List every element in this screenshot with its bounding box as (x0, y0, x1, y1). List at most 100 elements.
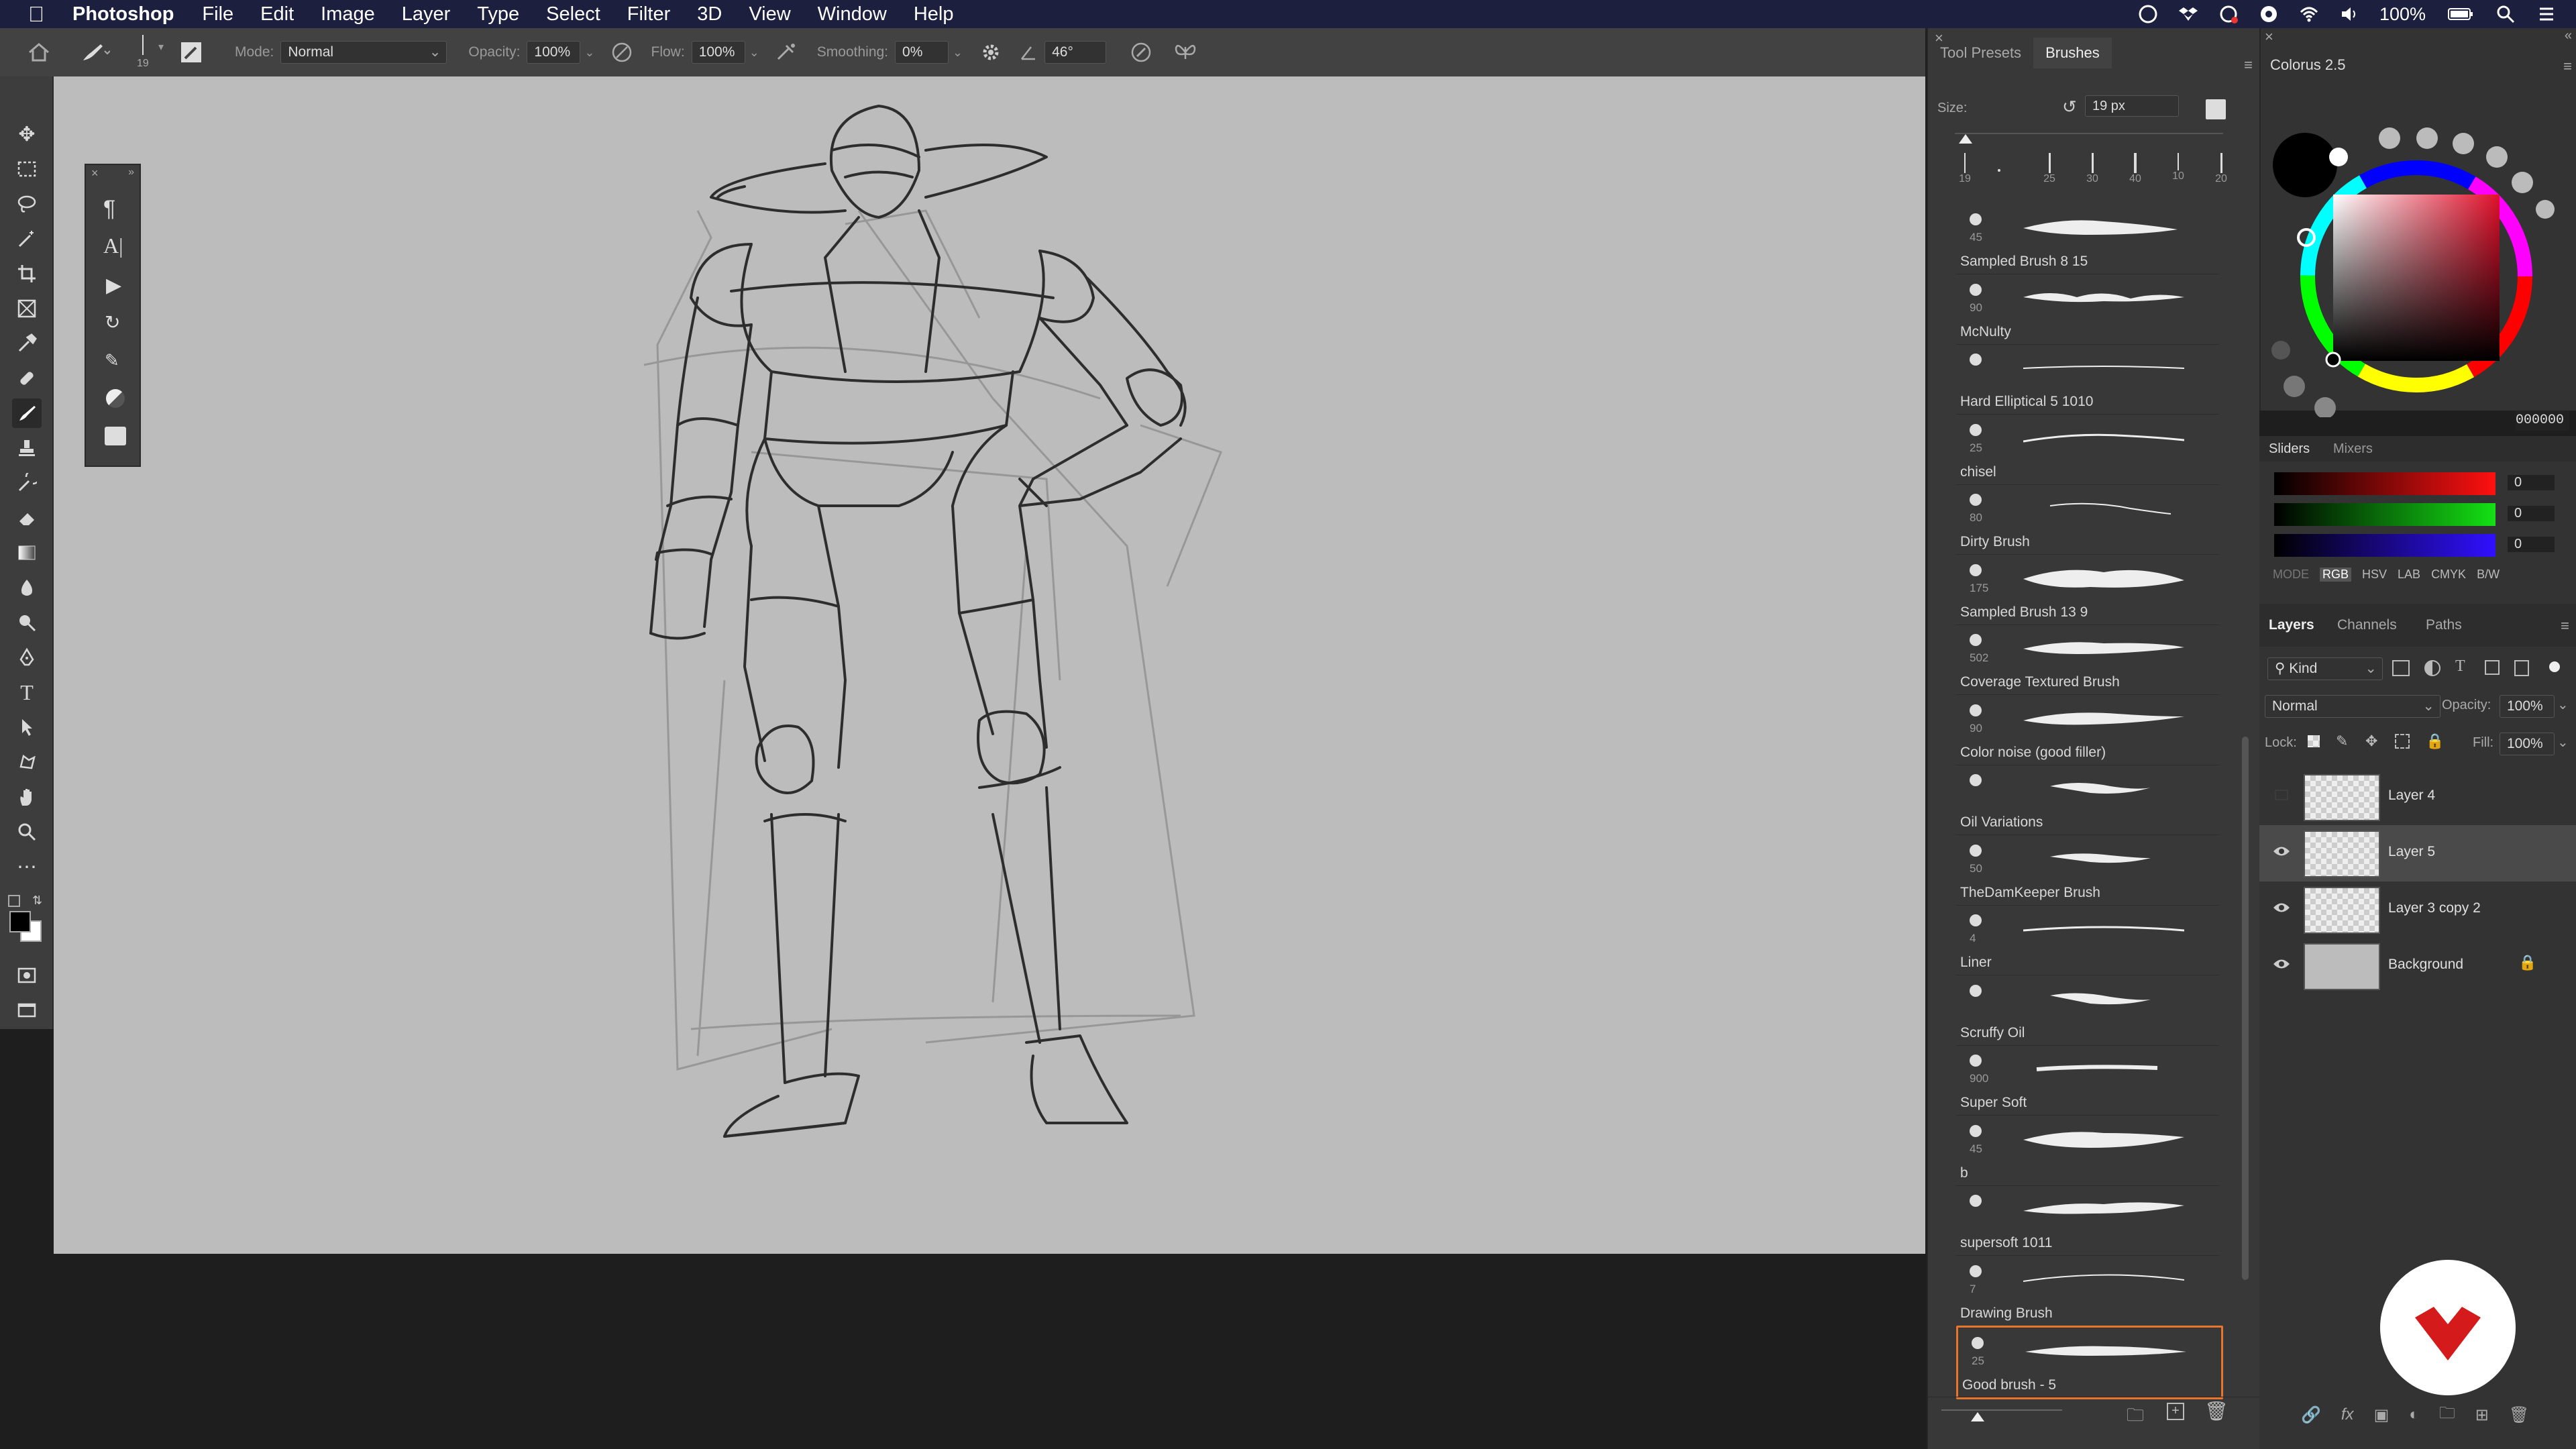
filter-shape-icon[interactable] (2485, 660, 2500, 675)
eye-icon[interactable] (2273, 845, 2290, 857)
history-brush-tool-icon[interactable] (12, 468, 42, 498)
brush-settings-toggle-icon[interactable] (180, 41, 203, 64)
tab-layers[interactable]: Layers (2269, 617, 2314, 633)
move-tool-icon[interactable]: ✥ (12, 119, 42, 149)
menu-view[interactable]: View (749, 3, 790, 25)
kind-filter-select[interactable]: ⚲ Kind ⌄ (2267, 657, 2383, 680)
frame-tool-icon[interactable] (12, 294, 42, 323)
panel-close-icon[interactable]: × (1935, 30, 1943, 47)
wifi-icon[interactable] (2299, 4, 2319, 24)
smoothing-options-gear-icon[interactable] (980, 42, 1002, 63)
menu-help[interactable]: Help (914, 3, 954, 25)
brush-list-item[interactable]: 80 Dirty Brush (1956, 484, 2219, 555)
tab-tool-presets[interactable]: Tool Presets (1928, 38, 2033, 68)
filter-toggle-icon[interactable] (2549, 661, 2560, 672)
brush-list-item[interactable]: 4 Liner (1956, 905, 2219, 975)
panel-close-icon[interactable]: × (2265, 28, 2273, 46)
fx-icon[interactable]: fx (2341, 1405, 2354, 1424)
preset-25[interactable]: 25 (2039, 153, 2059, 185)
tab-channels[interactable]: Channels (2337, 617, 2397, 633)
panel-collapse-icon[interactable]: « (2565, 28, 2572, 44)
red-slider[interactable] (2274, 472, 2496, 495)
layer-row[interactable]: Layer 3 copy 2 (2259, 881, 2576, 938)
size-input[interactable]: 19 px (2085, 95, 2179, 117)
default-colors-icon[interactable] (8, 895, 20, 907)
blue-slider[interactable] (2274, 534, 2496, 557)
add-mask-icon[interactable]: ▣ (2374, 1405, 2390, 1425)
layer-row[interactable]: Background 🔒 (2259, 938, 2576, 994)
brush-list-item[interactable]: 502 Coverage Textured Brush (1956, 625, 2219, 695)
brush-list-item[interactable]: 90 Color noise (good filler) (1956, 695, 2219, 765)
chevron-down-icon[interactable]: ⌄ (2557, 734, 2569, 751)
clone-stamp-tool-icon[interactable] (12, 433, 42, 463)
preset-10[interactable]: 10 (2168, 153, 2188, 182)
tab-sliders[interactable]: Sliders (2269, 441, 2310, 457)
preset-19[interactable]: 19 (1955, 153, 1975, 185)
path-selection-tool-icon[interactable] (12, 712, 42, 742)
layer-row[interactable]: Layer 4 (2259, 769, 2576, 825)
app-name[interactable]: Photoshop (72, 3, 174, 25)
layer-name[interactable]: Layer 5 (2388, 844, 2435, 860)
brush-list-item[interactable]: supersoft 1011 (1956, 1185, 2219, 1256)
foreground-color-swatch[interactable] (9, 911, 31, 932)
dropbox-icon[interactable] (2178, 4, 2198, 24)
symmetry-butterfly-icon[interactable] (1173, 40, 1197, 64)
home-icon[interactable] (27, 40, 51, 64)
new-brush-icon[interactable] (2206, 99, 2226, 119)
panel-menu-icon[interactable]: ≡ (2561, 617, 2569, 635)
chevron-down-icon[interactable]: ⌄ (584, 46, 594, 60)
brush-list-item[interactable]: Oil Variations (1956, 765, 2219, 835)
creative-cloud-icon[interactable] (2138, 4, 2158, 24)
filter-smart-object-icon[interactable] (2514, 660, 2529, 676)
new-group-folder-icon[interactable]: 🗀 (2127, 1403, 2144, 1432)
brush-list-item[interactable]: 7 Drawing Brush (1956, 1256, 2219, 1326)
paragraph-icon[interactable]: ¶ (103, 196, 115, 222)
brush-tool-preset-icon[interactable] (80, 40, 110, 64)
brush-list-item[interactable]: 900 Super Soft (1956, 1045, 2219, 1116)
filter-adjustment-icon[interactable] (2424, 660, 2440, 676)
dodge-tool-icon[interactable] (12, 608, 42, 637)
mode-lab[interactable]: LAB (2398, 568, 2420, 582)
brush-size-picker[interactable]: 19 ▾ (131, 32, 165, 72)
link-layers-icon[interactable]: 🔗 (2301, 1405, 2321, 1425)
volume-icon[interactable] (2339, 4, 2359, 24)
filter-pixel-icon[interactable] (2392, 660, 2410, 676)
color-swatches[interactable]: ⇅ (7, 891, 47, 951)
brush-list-item[interactable]: 90 McNulty (1956, 274, 2219, 345)
brush-list-item[interactable]: 45 b (1956, 1116, 2219, 1186)
panel-menu-icon[interactable]: ≡ (2244, 56, 2253, 74)
menu-select[interactable]: Select (546, 3, 600, 25)
tab-mixers[interactable]: Mixers (2333, 441, 2373, 457)
collapse-icon[interactable]: » (128, 166, 134, 178)
lock-artboard-icon[interactable] (2395, 734, 2410, 749)
preset-30[interactable]: 30 (2082, 153, 2102, 185)
brush-list-item[interactable]: Scruffy Oil (1956, 975, 2219, 1046)
mode-bw[interactable]: B/W (2477, 568, 2500, 582)
hand-tool-icon[interactable] (12, 782, 42, 812)
brush-list-item[interactable]: 25 Good brush - 5 (1956, 1326, 2223, 1399)
brush-list-item[interactable]: 50 TheDamKeeper Brush (1956, 835, 2219, 906)
hex-value[interactable]: 000000 (2516, 411, 2569, 431)
delete-brush-trash-icon[interactable]: 🗑 (2204, 1400, 2229, 1422)
vpn-icon[interactable] (2259, 4, 2279, 24)
eye-icon[interactable] (2273, 902, 2290, 914)
apple-icon[interactable]:  (28, 2, 48, 27)
new-layer-icon[interactable]: ⊞ (2475, 1405, 2489, 1425)
smoothing-field[interactable]: 0% (895, 41, 949, 64)
green-slider[interactable] (2274, 503, 2496, 526)
type-tool-icon[interactable]: T (12, 678, 42, 707)
lock-all-icon[interactable]: 🔒 (2426, 733, 2444, 750)
preset-20[interactable]: 20 (2211, 153, 2231, 185)
search-icon[interactable] (2496, 4, 2516, 24)
eye-hidden-icon[interactable] (2273, 789, 2290, 801)
pressure-size-icon[interactable] (1129, 40, 1153, 64)
layer-row[interactable]: Layer 5 (2259, 825, 2576, 881)
mode-select[interactable]: Normal ⌄ (280, 41, 447, 64)
pen-tool-icon[interactable] (12, 643, 42, 672)
document-canvas[interactable] (54, 76, 1925, 1254)
tab-brushes[interactable]: Brushes (2033, 38, 2112, 68)
adjustment-layer-icon[interactable]: ◐ (2409, 1405, 2419, 1424)
healing-brush-tool-icon[interactable] (12, 364, 42, 393)
blue-value[interactable]: 0 (2508, 537, 2555, 552)
play-action-icon[interactable]: ▶ (106, 274, 121, 297)
